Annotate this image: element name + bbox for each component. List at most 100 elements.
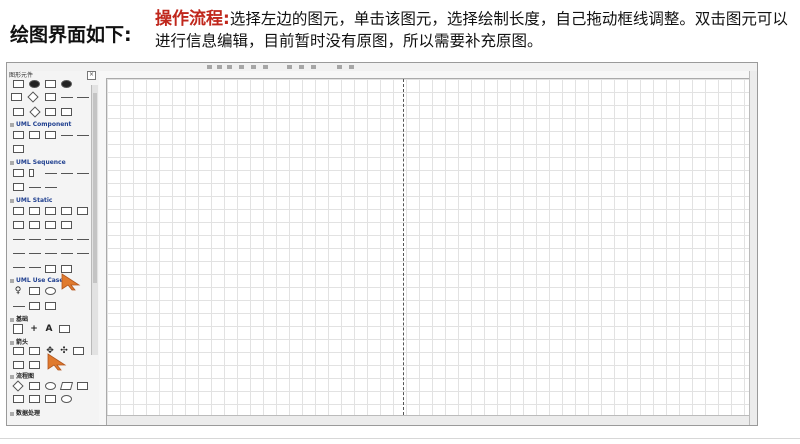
shape-rect-icon[interactable] xyxy=(45,80,56,88)
shape-rect-icon[interactable] xyxy=(45,395,56,403)
shape-circle-icon[interactable] xyxy=(61,80,72,88)
shape-package-icon[interactable] xyxy=(13,207,24,215)
shape-class-icon[interactable] xyxy=(29,221,40,229)
vertical-ruler xyxy=(99,78,107,425)
shape-rect-icon[interactable] xyxy=(29,302,40,310)
connector-line-icon[interactable] xyxy=(77,135,89,136)
section-basic[interactable]: 基础 xyxy=(10,314,28,323)
shape-class-icon[interactable] xyxy=(29,207,40,215)
toolbar-button[interactable] xyxy=(287,65,292,69)
association-line-icon[interactable] xyxy=(61,253,73,254)
shape-circle-icon[interactable] xyxy=(29,80,40,88)
connector-line-icon[interactable] xyxy=(61,97,73,98)
shape-folder-icon[interactable] xyxy=(29,287,40,295)
scrollbar-thumb[interactable] xyxy=(93,93,97,283)
palette-scrollbar[interactable] xyxy=(91,85,98,355)
association-line-icon[interactable] xyxy=(77,239,89,240)
shape-rect-icon[interactable] xyxy=(45,108,56,116)
section-uml-sequence[interactable]: UML Sequence xyxy=(10,159,66,166)
toolbar-button[interactable] xyxy=(239,65,244,69)
shape-rect-icon[interactable] xyxy=(13,80,24,88)
shape-rect-icon[interactable] xyxy=(29,395,40,403)
shape-rect-icon[interactable] xyxy=(61,108,72,116)
shape-class-icon[interactable] xyxy=(45,221,56,229)
toolbar-button[interactable] xyxy=(349,65,354,69)
shape-parallelogram-icon[interactable] xyxy=(59,382,74,390)
association-line-icon[interactable] xyxy=(29,267,41,268)
cross-icon[interactable]: + xyxy=(29,325,39,334)
shape-class-icon[interactable] xyxy=(61,207,72,215)
message-arrow-icon[interactable] xyxy=(61,173,73,174)
shape-doc-icon[interactable] xyxy=(13,395,24,403)
shape-rect-icon[interactable] xyxy=(29,382,40,390)
shape-rect-icon[interactable] xyxy=(45,302,56,310)
close-icon[interactable]: × xyxy=(87,71,96,80)
shape-class-icon[interactable] xyxy=(45,207,56,215)
arrow-right-icon[interactable] xyxy=(13,347,24,355)
shape-class-icon[interactable] xyxy=(77,207,88,215)
association-line-icon[interactable] xyxy=(77,253,89,254)
message-arrow-icon[interactable] xyxy=(29,187,41,188)
actor-icon[interactable]: ♀ xyxy=(13,287,23,296)
shape-rect-icon[interactable] xyxy=(11,93,22,101)
use-case-ellipse-icon[interactable] xyxy=(45,287,56,295)
association-line-icon[interactable] xyxy=(13,267,25,268)
arrow-left-right-icon[interactable] xyxy=(13,361,24,369)
shape-note-icon[interactable] xyxy=(61,265,72,273)
toolbar-button[interactable] xyxy=(251,65,256,69)
shape-diamond-icon[interactable] xyxy=(27,91,39,103)
shape-rect-icon[interactable] xyxy=(29,131,40,139)
drawing-canvas[interactable] xyxy=(107,79,749,415)
canvas-vertical-scrollbar[interactable] xyxy=(749,71,757,425)
arrow-cross-icon[interactable] xyxy=(29,361,40,369)
toolbar-button[interactable] xyxy=(299,65,304,69)
arrow-block-icon[interactable] xyxy=(29,347,40,355)
shape-note-icon[interactable] xyxy=(45,265,56,273)
shape-diamond-icon[interactable] xyxy=(12,380,24,392)
shape-class-icon[interactable] xyxy=(13,221,24,229)
toolbar-button[interactable] xyxy=(263,65,268,69)
section-uml-component[interactable]: UML Component xyxy=(10,121,71,128)
association-line-icon[interactable] xyxy=(61,239,73,240)
message-arrow-icon[interactable] xyxy=(77,173,89,174)
shape-folder-icon[interactable] xyxy=(13,131,24,139)
association-line-icon[interactable] xyxy=(13,239,25,240)
text-tool-icon[interactable]: A xyxy=(44,325,54,334)
section-uml-static[interactable]: UML Static xyxy=(10,197,52,204)
toolbar-button[interactable] xyxy=(227,65,232,69)
association-line-icon[interactable] xyxy=(13,306,25,307)
shape-database-icon[interactable] xyxy=(61,395,72,403)
toolbar-button[interactable] xyxy=(337,65,342,69)
arrow-pentagon-icon[interactable] xyxy=(73,347,84,355)
shape-diamond-icon[interactable] xyxy=(29,106,41,118)
shape-note-icon[interactable] xyxy=(13,145,24,153)
shape-rect-icon[interactable] xyxy=(13,183,24,191)
section-uml-use-case[interactable]: UML Use Case xyxy=(10,277,63,284)
shape-class-icon[interactable] xyxy=(61,221,72,229)
association-line-icon[interactable] xyxy=(45,239,57,240)
toolbar-button[interactable] xyxy=(217,65,222,69)
shape-circle-icon[interactable] xyxy=(45,382,56,390)
shape-rect-icon[interactable] xyxy=(45,93,56,101)
toolbar-button[interactable] xyxy=(311,65,316,69)
toolbar-button[interactable] xyxy=(207,65,212,69)
connector-line-icon[interactable] xyxy=(77,97,89,98)
association-line-icon[interactable] xyxy=(29,239,41,240)
section-arrows[interactable]: 箭头 xyxy=(10,337,28,346)
association-line-icon[interactable] xyxy=(45,253,57,254)
connector-line-icon[interactable] xyxy=(61,135,73,136)
shape-rect-icon[interactable] xyxy=(13,324,23,334)
section-flowchart[interactable]: 流程图 xyxy=(10,371,34,380)
shape-rect-icon[interactable] xyxy=(13,108,24,116)
shape-activation-icon[interactable] xyxy=(29,169,34,177)
shape-rect-icon[interactable] xyxy=(45,131,56,139)
shape-rect-icon[interactable] xyxy=(77,382,88,390)
message-arrow-icon[interactable] xyxy=(45,187,57,188)
section-data-processing[interactable]: 数据处理 xyxy=(10,408,40,417)
shape-polygon-icon[interactable] xyxy=(59,325,70,333)
shape-lifeline-icon[interactable] xyxy=(13,169,24,177)
association-line-icon[interactable] xyxy=(13,253,25,254)
message-arrow-icon[interactable] xyxy=(45,173,57,174)
association-line-icon[interactable] xyxy=(29,253,41,254)
canvas-horizontal-scrollbar[interactable] xyxy=(107,415,749,425)
